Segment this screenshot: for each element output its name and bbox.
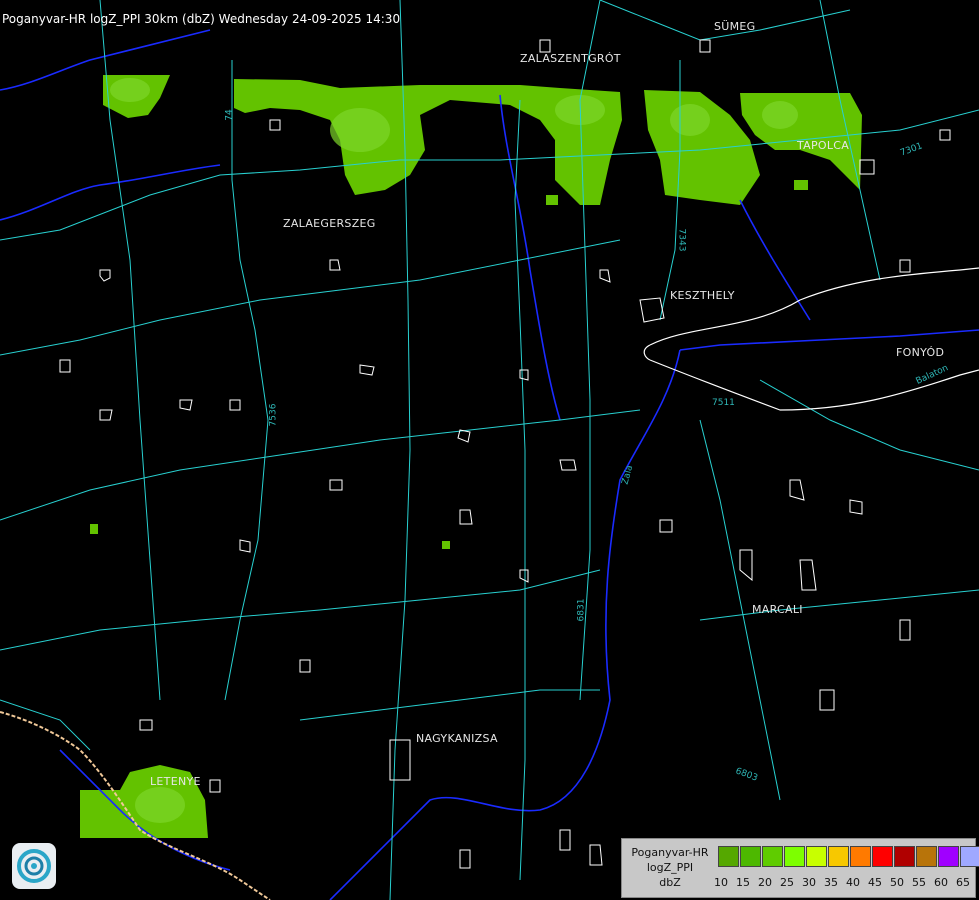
legend-tick: 35	[824, 876, 838, 889]
city-label: MARCALI	[752, 603, 803, 616]
legend-tick: 50	[890, 876, 904, 889]
legend-swatch	[894, 846, 915, 867]
city-label: TAPOLCA	[797, 139, 850, 152]
legend-swatch	[740, 846, 761, 867]
legend-tick: 70	[974, 876, 979, 889]
legend-swatch	[784, 846, 805, 867]
city-label: NAGYKANIZSA	[416, 732, 498, 745]
city-label: ZALASZENTGRÓT	[520, 52, 621, 65]
legend-tick: 25	[780, 876, 794, 889]
city-label: LETENYE	[150, 775, 201, 788]
road-label: 6831	[576, 598, 587, 622]
legend-swatch	[806, 846, 827, 867]
legend-source: Poganyvar-HR	[631, 846, 709, 859]
legend-tick: 65	[956, 876, 970, 889]
road-label: 7511	[712, 398, 735, 408]
city-label: KESZTHELY	[670, 289, 735, 302]
legend-swatches	[718, 846, 979, 867]
map-title: Poganyvar-HR logZ_PPI 30km (dbZ) Wednesd…	[2, 12, 401, 26]
dbz-legend: Poganyvar-HR logZ_PPI dbZ 10 15 20 25 30 35 40…	[621, 838, 979, 898]
legend-swatch	[938, 846, 959, 867]
legend-product: logZ_PPI	[646, 861, 694, 874]
legend-tick: 40	[846, 876, 860, 889]
city-label: SÜMEG	[714, 20, 756, 33]
settlements	[59, 39, 951, 869]
city-label: FONYÓD	[896, 346, 945, 359]
road-label: 74	[224, 109, 235, 121]
legend-ticks: 10 15 20 25 30 35 40 45 50 55 60 65 70	[710, 876, 979, 889]
legend-tick: 20	[758, 876, 772, 889]
road-label: 7536	[268, 403, 279, 427]
legend-swatch	[960, 846, 979, 867]
legend-swatch	[872, 846, 893, 867]
legend-swatch	[762, 846, 783, 867]
road-label: 7343	[676, 228, 687, 252]
precipitation-echoes	[80, 75, 862, 838]
city-label: ZALAEGERSZEG	[283, 217, 376, 230]
legend-label: Poganyvar-HR logZ_PPI dbZ	[624, 845, 716, 890]
legend-tick: 15	[736, 876, 750, 889]
legend-tick: 45	[868, 876, 882, 889]
omsz-logo-icon	[12, 843, 56, 889]
legend-swatch	[828, 846, 849, 867]
legend-unit: dbZ	[659, 876, 681, 889]
legend-tick: 55	[912, 876, 926, 889]
legend-tick: 30	[802, 876, 816, 889]
legend-swatch	[718, 846, 739, 867]
legend-swatch	[916, 846, 937, 867]
legend-swatch	[850, 846, 871, 867]
legend-tick: 10	[714, 876, 728, 889]
radar-map	[0, 0, 979, 900]
legend-tick: 60	[934, 876, 948, 889]
